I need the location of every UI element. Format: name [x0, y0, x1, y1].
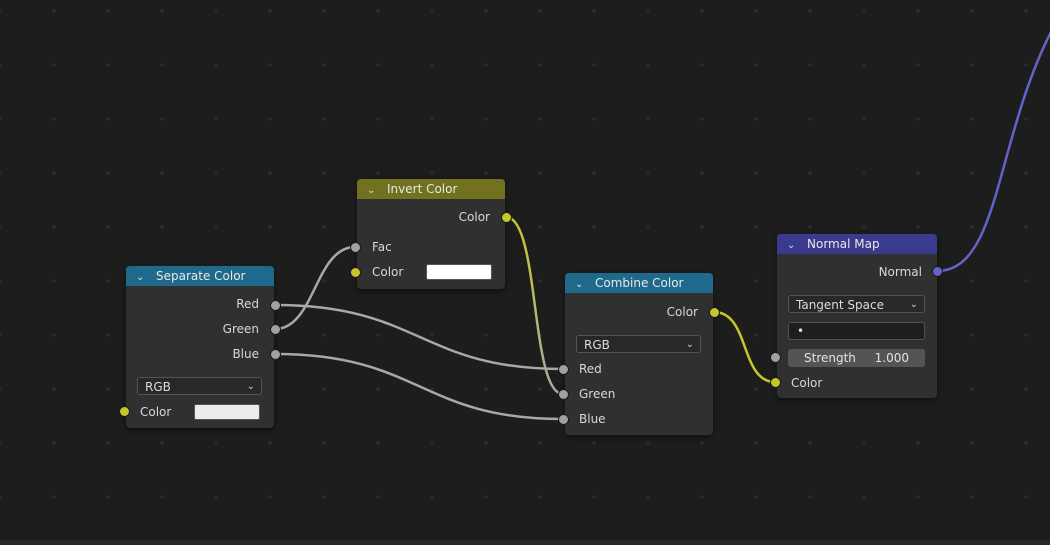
collapse-chevron-icon[interactable]: ⌄ — [367, 181, 387, 201]
mode-value: RGB — [145, 380, 171, 394]
collapse-chevron-icon[interactable]: ⌄ — [787, 236, 807, 256]
mode-dropdown[interactable]: RGB ⌄ — [137, 377, 262, 395]
input-fac-label: Fac — [372, 240, 392, 254]
color-swatch[interactable] — [194, 404, 260, 420]
socket-color-input[interactable] — [119, 406, 130, 417]
combine-color-node[interactable]: ⌄ Combine Color Color RGB ⌄ Red Green Blu… — [565, 273, 713, 435]
strength-label: Strength — [804, 351, 856, 365]
output-blue-label: Blue — [232, 347, 259, 361]
node-title: Combine Color — [595, 276, 684, 290]
uv-map-field[interactable]: • — [788, 322, 925, 340]
space-value: Tangent Space — [796, 298, 884, 312]
node-title: Invert Color — [387, 182, 458, 196]
output-normal-label: Normal — [878, 265, 922, 279]
socket-color-output[interactable] — [709, 307, 720, 318]
normal-map-header[interactable]: ⌄ Normal Map — [777, 234, 937, 254]
collapse-chevron-icon[interactable]: ⌄ — [575, 275, 595, 295]
output-color-label: Color — [458, 210, 490, 224]
separate-color-node[interactable]: ⌄ Separate Color Red Green Blue RGB ⌄ Col… — [126, 266, 274, 428]
output-color-label: Color — [666, 305, 698, 319]
socket-strength-input[interactable] — [770, 352, 781, 363]
invert-color-header[interactable]: ⌄ Invert Color — [357, 179, 505, 199]
output-red-label: Red — [236, 297, 259, 311]
socket-color-input[interactable] — [770, 377, 781, 388]
chevron-down-icon: ⌄ — [685, 339, 694, 350]
link-red-to-combine-red[interactable] — [274, 303, 564, 371]
socket-red-output[interactable] — [270, 300, 281, 311]
input-red-label: Red — [579, 362, 602, 376]
socket-normal-output[interactable] — [932, 266, 943, 277]
socket-blue-input[interactable] — [558, 414, 569, 425]
input-green-label: Green — [579, 387, 616, 401]
node-title: Normal Map — [807, 237, 880, 251]
invert-color-node[interactable]: ⌄ Invert Color Color Fac Color — [357, 179, 505, 289]
chevron-down-icon: ⌄ — [909, 299, 918, 310]
collapse-chevron-icon[interactable]: ⌄ — [136, 268, 156, 288]
output-green-label: Green — [222, 322, 259, 336]
socket-green-input[interactable] — [558, 389, 569, 400]
link-green-to-invert-fac[interactable] — [274, 245, 356, 331]
socket-fac-input[interactable] — [350, 242, 361, 253]
socket-blue-output[interactable] — [270, 349, 281, 360]
color-swatch[interactable] — [426, 264, 492, 280]
socket-color-output[interactable] — [501, 212, 512, 223]
mode-value: RGB — [584, 338, 610, 352]
normal-map-node[interactable]: ⌄ Normal Map Normal Tangent Space ⌄ • Str… — [777, 234, 937, 398]
socket-color-input[interactable] — [350, 267, 361, 278]
combine-color-header[interactable]: ⌄ Combine Color — [565, 273, 713, 293]
input-blue-label: Blue — [579, 412, 606, 426]
strength-slider[interactable]: Strength 1.000 — [788, 349, 925, 367]
space-dropdown[interactable]: Tangent Space ⌄ — [788, 295, 925, 313]
input-color-label: Color — [372, 265, 404, 279]
separate-color-header[interactable]: ⌄ Separate Color — [126, 266, 274, 286]
link-blue-to-combine-blue[interactable] — [274, 352, 564, 421]
input-color-label: Color — [791, 376, 823, 390]
node-title: Separate Color — [156, 269, 246, 283]
strength-value: 1.000 — [874, 351, 909, 365]
input-color-label: Color — [140, 405, 172, 419]
link-combine-to-normal-color[interactable] — [713, 310, 776, 384]
mode-dropdown[interactable]: RGB ⌄ — [576, 335, 701, 353]
socket-red-input[interactable] — [558, 364, 569, 375]
socket-green-output[interactable] — [270, 324, 281, 335]
link-normal-out[interactable] — [936, 30, 1050, 273]
chevron-down-icon: ⌄ — [246, 381, 255, 392]
